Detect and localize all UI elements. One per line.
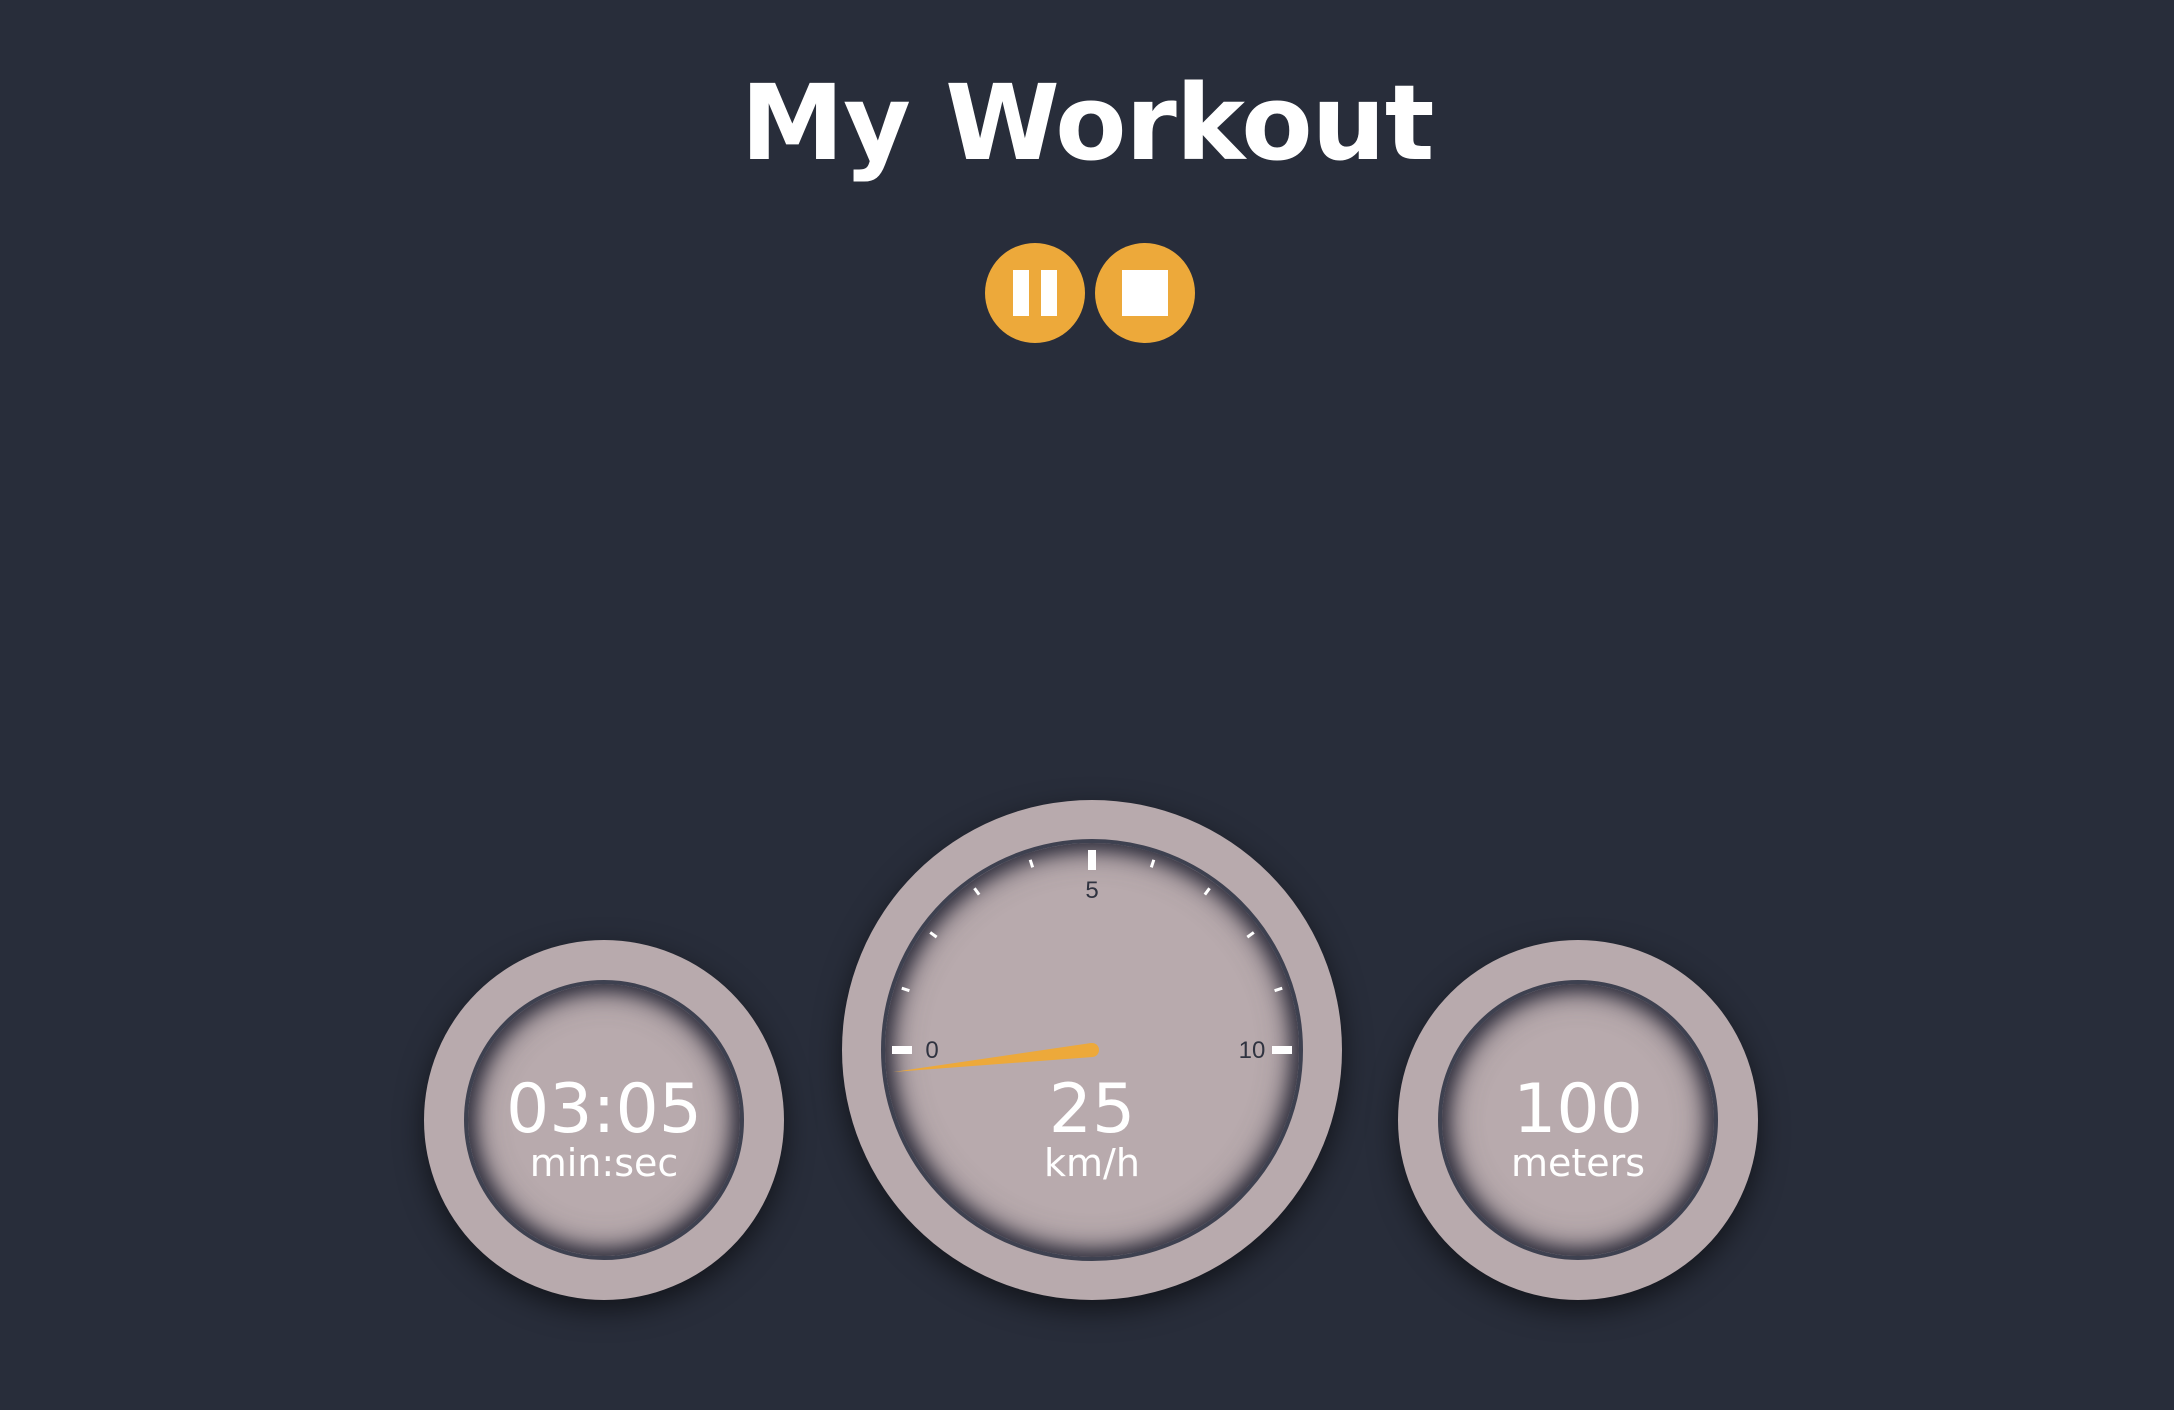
speed-gauge: 0 5 10 25 km/h bbox=[842, 800, 1342, 1300]
speed-dial: 0 5 10 bbox=[892, 850, 1292, 1072]
pause-button[interactable] bbox=[985, 243, 1085, 343]
timer-value: 03:05 bbox=[506, 1070, 702, 1149]
speed-tick-label: 5 bbox=[1085, 877, 1098, 904]
speed-tick bbox=[1028, 859, 1035, 868]
workout-controls bbox=[985, 243, 1195, 343]
speed-needle-hub bbox=[1085, 1043, 1099, 1057]
speed-tick-label: 0 bbox=[925, 1037, 938, 1064]
stop-button[interactable] bbox=[1095, 243, 1195, 343]
speed-tick bbox=[1203, 887, 1211, 896]
pause-icon bbox=[1013, 270, 1057, 316]
page-title: My Workout bbox=[740, 62, 1435, 184]
speed-tick bbox=[929, 931, 938, 939]
speed-tick bbox=[1274, 986, 1283, 993]
distance-value: 100 bbox=[1513, 1070, 1643, 1149]
speed-tick bbox=[1246, 931, 1255, 939]
speed-value: 25 bbox=[1048, 1070, 1136, 1149]
speed-needle bbox=[893, 1043, 1093, 1072]
speed-unit: km/h bbox=[1044, 1141, 1140, 1185]
speed-tick bbox=[901, 986, 910, 993]
timer-unit: min:sec bbox=[529, 1141, 679, 1185]
stop-icon bbox=[1122, 270, 1168, 316]
distance-gauge: 100 meters bbox=[1398, 940, 1758, 1300]
timer-gauge: 03:05 min:sec bbox=[424, 940, 784, 1300]
speed-tick bbox=[973, 887, 981, 896]
distance-unit: meters bbox=[1510, 1141, 1646, 1185]
speed-tick bbox=[1149, 859, 1156, 868]
speed-tick-label: 10 bbox=[1239, 1037, 1266, 1064]
